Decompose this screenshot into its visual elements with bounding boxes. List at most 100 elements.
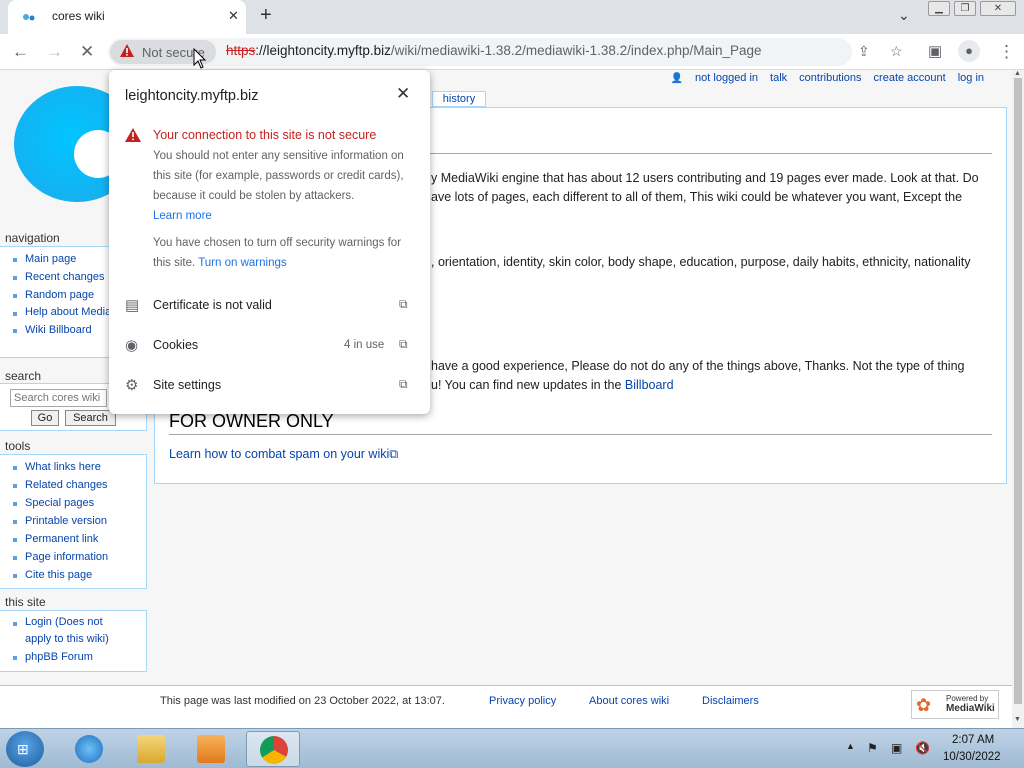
page-scrollbar[interactable]: ▲ ▼ — [1012, 70, 1024, 728]
learn-more-link[interactable]: Learn more — [153, 210, 212, 222]
content-line: ave lots of pages, each different to all… — [431, 190, 963, 204]
owner-heading: FOR OWNER ONLY — [169, 411, 334, 431]
footer-privacy-policy[interactable]: Privacy policy — [489, 695, 556, 707]
search-button[interactable]: Search — [65, 410, 116, 426]
spam-link[interactable]: Learn how to combat spam on your wiki⧉ — [169, 447, 398, 462]
cookies-label: Cookies — [153, 338, 199, 352]
certificate-icon: ▤ — [125, 297, 140, 314]
external-link-icon: ⧉ — [389, 447, 399, 461]
tools-related-changes[interactable]: Related changes — [0, 476, 146, 494]
popup-warning-title: Your connection to this site is not secu… — [153, 128, 377, 142]
content-line: u! You can find new updates in the Billb… — [431, 378, 674, 392]
url-host: ://leightoncity.myftp.biz — [255, 43, 391, 58]
powered-small-text: Powered by — [946, 694, 989, 703]
this-site-heading: this site — [5, 595, 46, 609]
tray-expand-icon[interactable]: ▲ — [846, 741, 855, 751]
tools-printable-version[interactable]: Printable version — [0, 512, 146, 530]
menu-icon[interactable]: ⋮ — [998, 42, 1015, 62]
popup-chosen-desc: You have chosen to turn off security war… — [153, 233, 415, 273]
url-scheme: https — [226, 43, 256, 58]
taskbar-ie[interactable] — [62, 731, 116, 767]
volume-muted-icon[interactable]: 🔇 — [915, 741, 930, 755]
tab-title: cores wiki — [52, 9, 105, 23]
clock-time[interactable]: 2:07 AM — [952, 734, 994, 746]
gear-icon: ⚙ — [125, 377, 139, 394]
footer: This page was last modified on 23 Octobe… — [0, 685, 1012, 728]
tools-heading: tools — [5, 439, 31, 453]
content-line: , orientation, identity, skin color, bod… — [431, 255, 971, 269]
navigation-heading: navigation — [5, 231, 60, 245]
external-link-icon: ⧉ — [399, 337, 408, 351]
spam-link-text: Learn how to combat spam on your wiki — [169, 447, 390, 461]
taskbar-explorer[interactable] — [124, 731, 178, 767]
taskbar-chrome[interactable] — [246, 731, 300, 767]
go-button[interactable]: Go — [31, 410, 59, 426]
stop-icon[interactable]: ✕ — [80, 42, 94, 62]
bookmark-star-icon[interactable]: ☆ — [890, 43, 903, 60]
omnibox[interactable]: Not secure https://leightoncity.myftp.bi… — [108, 38, 903, 66]
network-icon[interactable]: ▣ — [891, 741, 902, 755]
share-icon[interactable]: ⇪ — [858, 43, 870, 60]
new-tab-icon[interactable]: + — [260, 4, 272, 27]
content-line: have a good experience, Please do not do… — [431, 359, 965, 373]
search-input[interactable] — [10, 389, 107, 407]
clock-date[interactable]: 10/30/2022 — [943, 751, 1001, 763]
taskbar: ⊞ ▲ ⚑ ▣ 🔇 2:07 AM 10/30/2022 — [0, 728, 1024, 768]
scroll-thumb[interactable] — [1014, 78, 1022, 704]
popup-host: leightoncity.myftp.biz — [125, 88, 259, 104]
media-player-icon — [197, 735, 225, 763]
this-site-portlet: Login (Does not apply to this wiki) phpB… — [0, 610, 147, 672]
folder-icon — [137, 735, 165, 763]
warning-icon — [120, 44, 134, 57]
popup-warning-desc: You should not enter any sensitive infor… — [153, 146, 415, 226]
powered-by-mediawiki[interactable]: ✿ Powered by MediaWiki — [911, 690, 999, 719]
taskbar-media[interactable] — [184, 731, 238, 767]
windows-logo-icon: ⊞ — [17, 741, 29, 757]
popup-close-icon[interactable]: ✕ — [396, 84, 410, 104]
browser-toolbar: ← → ✕ Not secure https://leightoncity.my… — [0, 34, 1024, 70]
mediawiki-flower-icon: ✿ — [916, 695, 932, 715]
this-site-login[interactable]: Login (Does not apply to this wiki) — [0, 614, 120, 648]
footer-about[interactable]: About cores wiki — [589, 695, 669, 707]
close-window-icon[interactable]: ✕ — [980, 1, 1016, 16]
powered-big-text: MediaWiki — [946, 703, 995, 714]
tools-what-links-here[interactable]: What links here — [0, 458, 146, 476]
scroll-down-icon[interactable]: ▼ — [1014, 716, 1021, 723]
side-panel-icon[interactable]: ▣ — [928, 42, 942, 60]
start-button[interactable]: ⊞ — [6, 731, 44, 767]
chrome-icon — [260, 736, 288, 764]
action-center-flag-icon[interactable]: ⚑ — [867, 741, 878, 755]
personal-contributions[interactable]: contributions — [799, 72, 861, 84]
this-site-phpbb[interactable]: phpBB Forum — [0, 648, 146, 666]
tools-special-pages[interactable]: Special pages — [0, 494, 146, 512]
browser-tab[interactable]: cores wiki ✕ — [8, 0, 246, 34]
certificate-row[interactable]: ▤ Certificate is not valid ⧉ — [125, 296, 413, 320]
tab-strip: cores wiki ✕ + ⌄ ▁ ❐ ✕ — [0, 0, 1024, 34]
back-icon[interactable]: ← — [12, 42, 29, 62]
forward-icon[interactable]: → — [46, 42, 63, 62]
personal-create-account[interactable]: create account — [874, 72, 946, 84]
tools-cite-this-page[interactable]: Cite this page — [0, 566, 146, 584]
url-text[interactable]: https://leightoncity.myftp.biz/wiki/medi… — [226, 43, 762, 58]
site-settings-row[interactable]: ⚙ Site settings ⧉ — [125, 376, 413, 400]
tab-history[interactable]: history — [432, 91, 486, 107]
screen: cores wiki ✕ + ⌄ ▁ ❐ ✕ ← → ✕ Not secure … — [0, 0, 1024, 768]
tools-page-information[interactable]: Page information — [0, 548, 146, 566]
footer-disclaimers[interactable]: Disclaimers — [702, 695, 759, 707]
restore-icon[interactable]: ❐ — [954, 1, 976, 16]
warning-icon — [125, 128, 141, 142]
profile-icon[interactable]: ● — [958, 40, 980, 62]
user-icon: 👤 — [670, 72, 684, 84]
tools-permanent-link[interactable]: Permanent link — [0, 530, 146, 548]
scroll-up-icon[interactable]: ▲ — [1014, 70, 1021, 77]
personal-talk[interactable]: talk — [770, 72, 787, 84]
minimize-icon[interactable]: ▁ — [928, 1, 950, 16]
tab-search-icon[interactable]: ⌄ — [898, 7, 910, 24]
turn-on-warnings-link[interactable]: Turn on warnings — [198, 257, 286, 269]
content-line: y MediaWiki engine that has about 12 use… — [431, 171, 979, 185]
certificate-label: Certificate is not valid — [153, 298, 272, 312]
personal-log-in[interactable]: log in — [958, 72, 984, 84]
billboard-link[interactable]: Billboard — [625, 378, 674, 392]
tab-close-icon[interactable]: ✕ — [228, 8, 239, 24]
cookies-row[interactable]: ◉ Cookies 4 in use ⧉ — [125, 336, 413, 360]
